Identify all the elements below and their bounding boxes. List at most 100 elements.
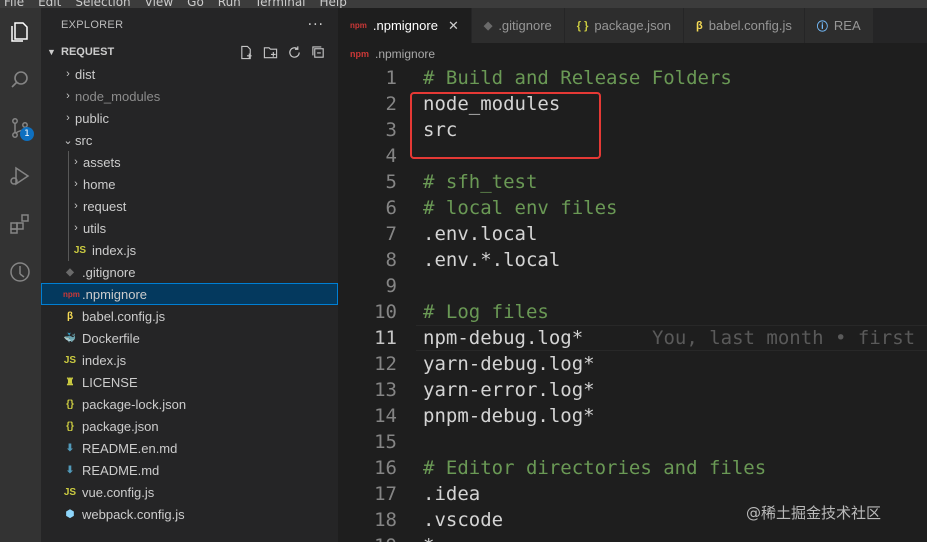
editor-tab[interactable]: npm .npmignore ✕ <box>338 8 472 43</box>
code-line[interactable]: 13 yarn-error.log* <box>338 377 927 403</box>
file-item[interactable]: ⬢ webpack.config.js <box>41 503 338 525</box>
file-item[interactable]: npm .npmignore <box>41 283 338 305</box>
folder-item[interactable]: › dist <box>41 63 338 85</box>
code-line[interactable]: 6 # local env files <box>338 195 927 221</box>
breadcrumb-file[interactable]: .npmignore <box>375 47 435 61</box>
code-line[interactable]: 9 <box>338 273 927 299</box>
more-actions-icon[interactable]: ··· <box>308 17 324 33</box>
editor-tab[interactable]: ◆ .gitignore <box>471 8 565 43</box>
code-line[interactable]: 1 # Build and Release Folders <box>338 65 927 91</box>
search-icon[interactable] <box>4 64 36 96</box>
file-item[interactable]: β babel.config.js <box>41 305 338 327</box>
explorer-header: EXPLORER ··· <box>41 8 338 41</box>
menu-item[interactable]: Selection <box>75 0 130 8</box>
editor-tab[interactable]: ⓘ REA <box>804 8 874 43</box>
code-line[interactable]: 8 .env.*.local <box>338 247 927 273</box>
editor-tab[interactable]: { } package.json <box>564 8 685 43</box>
menu-item[interactable]: Help <box>320 0 347 8</box>
explorer-icon[interactable] <box>4 16 36 48</box>
run-debug-icon[interactable] <box>4 160 36 192</box>
tree-item-label: home <box>83 176 116 192</box>
file-item[interactable]: {} package-lock.json <box>41 393 338 415</box>
file-tree: › dist › node_modules › public ⌄ src › assets › hom… <box>41 63 338 525</box>
code-line[interactable]: 16 # Editor directories and files <box>338 455 927 481</box>
tree-item-label: utils <box>83 220 107 236</box>
indent-guide <box>68 239 69 261</box>
tab-label: package.json <box>594 18 672 33</box>
chevron-down-icon: ▼ <box>47 47 56 57</box>
code-comment: # sfh_test <box>423 171 538 193</box>
tree-item-label: .gitignore <box>82 264 136 280</box>
folder-item[interactable]: › request <box>41 195 338 217</box>
git-blame-annotation: You, last month • first <box>652 327 916 349</box>
chevron-right-icon: › <box>66 112 70 124</box>
git-file-icon: ◆ <box>483 20 493 32</box>
editor-tab[interactable]: β babel.config.js <box>684 8 805 43</box>
folder-item[interactable]: › utils <box>41 217 338 239</box>
file-item[interactable]: JS vue.config.js <box>41 481 338 503</box>
tree-item-label: node_modules <box>75 88 161 104</box>
project-name: REQUEST <box>61 46 115 58</box>
code-text: .env.local <box>423 223 538 245</box>
file-item[interactable]: JS index.js <box>41 239 338 261</box>
markdown-file-icon: ⬇ <box>65 442 75 454</box>
line-number: 19 <box>338 533 397 542</box>
code-line[interactable]: 10 # Log files <box>338 299 927 325</box>
watermark: @稀土掘金技术社区 <box>746 504 882 522</box>
extensions-icon[interactable] <box>4 208 36 240</box>
refresh-icon[interactable] <box>286 44 302 60</box>
tree-item-label: LICENSE <box>82 374 138 390</box>
menu-item[interactable]: Run <box>218 0 241 8</box>
code-line[interactable]: 15 <box>338 429 927 455</box>
new-file-icon[interactable] <box>238 44 254 60</box>
menu-item[interactable]: Edit <box>38 0 61 8</box>
source-control-badge: 1 <box>20 127 34 141</box>
code-line[interactable]: 12 yarn-debug.log* <box>338 351 927 377</box>
code-line[interactable]: 5 # sfh_test <box>338 169 927 195</box>
tab-label: babel.config.js <box>708 18 792 33</box>
info-file-icon: ⓘ <box>816 20 828 33</box>
folder-item[interactable]: › home <box>41 173 338 195</box>
js-file-icon: JS <box>63 354 77 366</box>
code-text: .idea <box>423 483 481 505</box>
file-item[interactable]: ◆ .gitignore <box>41 261 338 283</box>
code-text: .env.*.local <box>423 249 561 271</box>
line-number: 9 <box>385 275 397 297</box>
tree-item-label: README.md <box>82 462 160 478</box>
tab-label: .npmignore <box>372 18 438 33</box>
folder-item[interactable]: › node_modules <box>41 85 338 107</box>
line-number: 4 <box>385 145 397 167</box>
menu-item[interactable]: View <box>145 0 173 8</box>
line-number: 3 <box>385 119 397 141</box>
indent-guide <box>68 173 69 195</box>
close-icon[interactable]: ✕ <box>448 18 459 34</box>
folder-item[interactable]: ⌄ src <box>41 129 338 151</box>
file-item[interactable]: JS index.js <box>41 349 338 371</box>
line-number: 5 <box>385 171 397 193</box>
file-item[interactable]: ♜ LICENSE <box>41 371 338 393</box>
babel-file-icon: β <box>66 310 74 322</box>
collapse-all-icon[interactable] <box>310 44 326 60</box>
new-folder-icon[interactable] <box>262 44 278 60</box>
file-item[interactable]: 🐳 Dockerfile <box>41 327 338 349</box>
code-line[interactable]: 19 * <box>338 533 927 542</box>
code-line[interactable]: 7 .env.local <box>338 221 927 247</box>
folder-item[interactable]: › public <box>41 107 338 129</box>
json-file-icon: {} <box>66 420 74 432</box>
code-line[interactable]: 14 pnpm-debug.log* <box>338 403 927 429</box>
project-folder-row[interactable]: ▼ REQUEST <box>41 41 338 63</box>
folder-item[interactable]: › assets <box>41 151 338 173</box>
git-history-icon[interactable] <box>4 256 36 288</box>
menu-item[interactable]: Terminal <box>255 0 306 8</box>
code-line[interactable]: 11 npm-debug.log* You, last month • first <box>338 325 927 351</box>
chevron-down-icon: ⌄ <box>63 134 73 147</box>
file-item[interactable]: ⬇ README.en.md <box>41 437 338 459</box>
file-item[interactable]: ⬇ README.md <box>41 459 338 481</box>
line-number: 15 <box>374 431 397 453</box>
menu-item[interactable]: File <box>4 0 24 8</box>
menu-item[interactable]: Go <box>187 0 204 8</box>
source-control-icon[interactable]: 1 <box>4 112 36 144</box>
file-item[interactable]: {} package.json <box>41 415 338 437</box>
npm-file-icon: npm <box>350 21 367 30</box>
breadcrumb[interactable]: npm .npmignore <box>338 43 927 65</box>
